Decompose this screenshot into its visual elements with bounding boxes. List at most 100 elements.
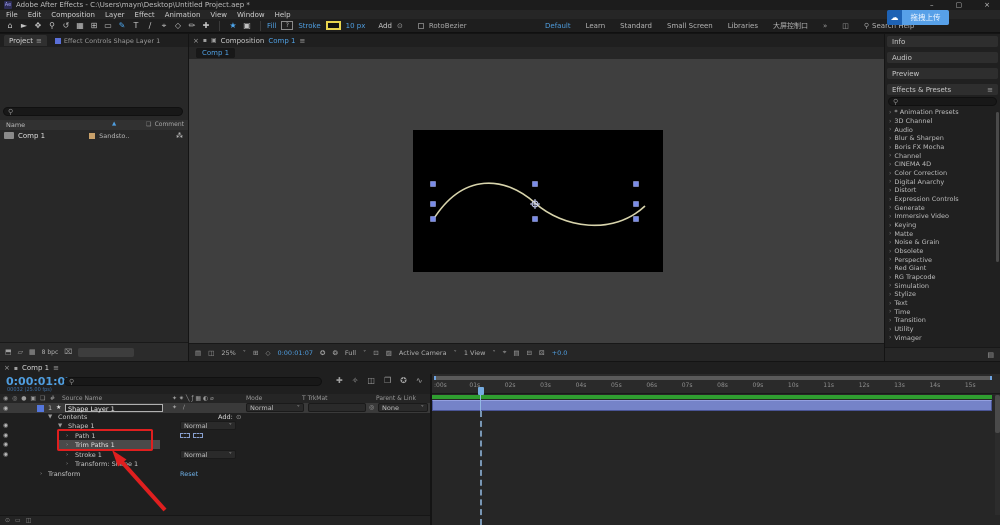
trkmat-column[interactable]: T TrkMat <box>302 395 328 402</box>
grid-guides-icon[interactable]: ⊞ <box>253 349 258 357</box>
effects-category[interactable]: › * Animation Presets <box>885 108 1000 117</box>
number-column[interactable]: # <box>50 395 55 402</box>
stroke-label[interactable]: Stroke <box>298 22 320 30</box>
tool-icon[interactable]: ◇ <box>171 21 185 30</box>
ruler-tick[interactable]: 04s <box>576 382 611 389</box>
tool-icon[interactable]: ✚ <box>199 21 213 30</box>
layer-mode-select[interactable]: Normal ˅ <box>246 403 304 412</box>
effects-category[interactable]: › Perspective <box>885 255 1000 264</box>
effects-category[interactable]: › Generate <box>885 203 1000 212</box>
maximize-button[interactable]: ▢ <box>956 1 963 9</box>
tool-icon[interactable]: T <box>129 21 143 30</box>
timeline-toolbar-icon[interactable]: ✚ <box>336 376 343 385</box>
tab-effect-controls[interactable]: Effect Controls Shape Layer 1 <box>54 37 160 45</box>
layer-color-swatch[interactable] <box>37 405 44 412</box>
lock-icon[interactable]: ▣ <box>211 37 217 44</box>
path-keyframe-icon[interactable] <box>180 433 190 438</box>
close-panel-icon[interactable]: × <box>193 37 199 45</box>
twirl-icon[interactable]: ▼ <box>58 423 62 429</box>
effects-category[interactable]: › Color Correction <box>885 169 1000 178</box>
effects-search-input[interactable]: ⚲ <box>888 97 997 106</box>
effects-category[interactable]: › Expression Controls <box>885 195 1000 204</box>
stroke-swatch[interactable] <box>325 21 341 30</box>
effects-category[interactable]: › Time <box>885 307 1000 316</box>
panel-menu-icon[interactable]: ≡ <box>299 37 305 45</box>
project-footer-icon[interactable]: ▱ <box>18 348 23 356</box>
effects-category[interactable]: › 3D Channel <box>885 117 1000 126</box>
scrollbar-thumb[interactable] <box>995 395 1000 433</box>
menu-item[interactable]: Help <box>275 11 291 19</box>
stroke-width-value[interactable]: 10 px <box>346 22 366 30</box>
close-panel-icon[interactable]: × <box>4 364 10 372</box>
effects-category[interactable]: › Transition <box>885 316 1000 325</box>
effects-category[interactable]: › Keying <box>885 221 1000 230</box>
magnification-icon[interactable]: ◫ <box>208 349 214 357</box>
fast-previews-icon[interactable]: ▤ <box>513 349 519 357</box>
panel-menu-icon[interactable]: ≡ <box>987 86 993 94</box>
row-contents[interactable]: ▼ Contents Add: ⊙ <box>0 412 430 421</box>
workspace-item[interactable]: Learn <box>586 22 606 30</box>
add-property-icon[interactable]: ⊙ <box>236 413 241 421</box>
exposure-value[interactable]: +0.0 <box>552 349 568 357</box>
scrollbar[interactable] <box>996 112 999 262</box>
ruler-tick[interactable]: 14s <box>929 382 964 389</box>
workspace-item[interactable]: Default <box>545 22 571 30</box>
time-ruler[interactable]: :00s 01s 02s 03s 04s 05s 06s 07s 08s 09s 10s 11s 12s… <box>432 374 1000 394</box>
effects-category[interactable]: › Audio <box>885 125 1000 134</box>
reset-link[interactable]: Reset <box>180 470 198 478</box>
shape1-mode-select[interactable]: Normal ˅ <box>180 421 236 430</box>
parent-select[interactable]: None ˅ <box>378 403 428 412</box>
mask-square-icon[interactable]: ▣ <box>240 21 254 30</box>
fill-swatch[interactable]: ? <box>281 21 294 30</box>
zoom-out-icon[interactable]: ▭ <box>15 517 21 524</box>
viewer-subtab[interactable]: Comp 1 <box>196 48 236 58</box>
resolution-select[interactable]: Full <box>345 349 356 357</box>
eye-icon[interactable]: ◉ <box>3 422 8 429</box>
row-transform[interactable]: › Transform Reset <box>0 469 430 478</box>
effects-category[interactable]: › Utility <box>885 325 1000 334</box>
effects-category[interactable]: › Text <box>885 299 1000 308</box>
playhead-marker[interactable] <box>478 387 484 395</box>
mode-column[interactable]: Mode <box>246 395 262 402</box>
viewer-tab-comp-name[interactable]: Comp 1 <box>268 37 295 45</box>
ruler-tick[interactable]: 15s <box>965 382 1000 389</box>
add-property-label[interactable]: Add: <box>218 413 233 421</box>
effects-category[interactable]: › Immersive Video <box>885 212 1000 221</box>
chevrons-icon[interactable]: » <box>823 22 827 30</box>
tool-icon[interactable]: ▭ <box>101 21 115 30</box>
menu-item[interactable]: File <box>6 11 18 19</box>
menu-item[interactable]: View <box>210 11 227 19</box>
label-color-swatch[interactable] <box>89 132 96 139</box>
layer-name-field[interactable]: Shape Layer 1 <box>65 404 163 413</box>
color-depth-button[interactable]: 8 bpc <box>42 349 59 356</box>
project-footer-field[interactable] <box>78 347 135 357</box>
sort-ascending-icon[interactable]: ▲ <box>112 121 116 127</box>
panel-menu-icon[interactable]: ≡ <box>36 37 42 45</box>
timeline-toolbar-icon[interactable]: ✪ <box>400 376 407 385</box>
twirl-icon[interactable]: › <box>66 452 68 458</box>
project-search-input[interactable]: ⚲ <box>3 107 183 116</box>
collapsed-panel-header[interactable]: Audio <box>887 52 998 63</box>
row-stroke1[interactable]: ◉ › Stroke 1 Normal ˅ <box>0 450 430 459</box>
tool-icon[interactable]: ✥ <box>31 21 45 30</box>
snapshot-icon[interactable]: ✪ <box>320 349 325 357</box>
tool-icon[interactable]: ∕ <box>143 21 157 30</box>
project-item-name[interactable]: Comp 1 <box>18 132 45 140</box>
view-layout-select[interactable]: 1 View <box>464 349 486 357</box>
star-shape-icon[interactable]: ★ <box>226 21 240 30</box>
effects-category[interactable]: › Matte <box>885 229 1000 238</box>
effects-category[interactable]: › Channel <box>885 151 1000 160</box>
effects-category[interactable]: › RG Trapcode <box>885 273 1000 282</box>
tool-icon[interactable]: ↺ <box>59 21 73 30</box>
ruler-tick[interactable]: 01s <box>469 382 504 389</box>
tool-icon[interactable]: ✎ <box>115 21 129 30</box>
workspace-item[interactable]: Libraries <box>728 22 758 30</box>
effects-category[interactable]: › Boris FX Mocha <box>885 143 1000 152</box>
tab-project[interactable]: Project ≡ <box>4 35 47 46</box>
effects-category[interactable]: › Distort <box>885 186 1000 195</box>
ruler-tick[interactable]: 02s <box>505 382 540 389</box>
source-name-column[interactable]: Source Name <box>62 395 102 402</box>
mask-visibility-icon[interactable]: ◇ <box>265 349 270 357</box>
effects-category[interactable]: › Blur & Sharpen <box>885 134 1000 143</box>
workspace-item[interactable]: Standard <box>620 22 652 30</box>
